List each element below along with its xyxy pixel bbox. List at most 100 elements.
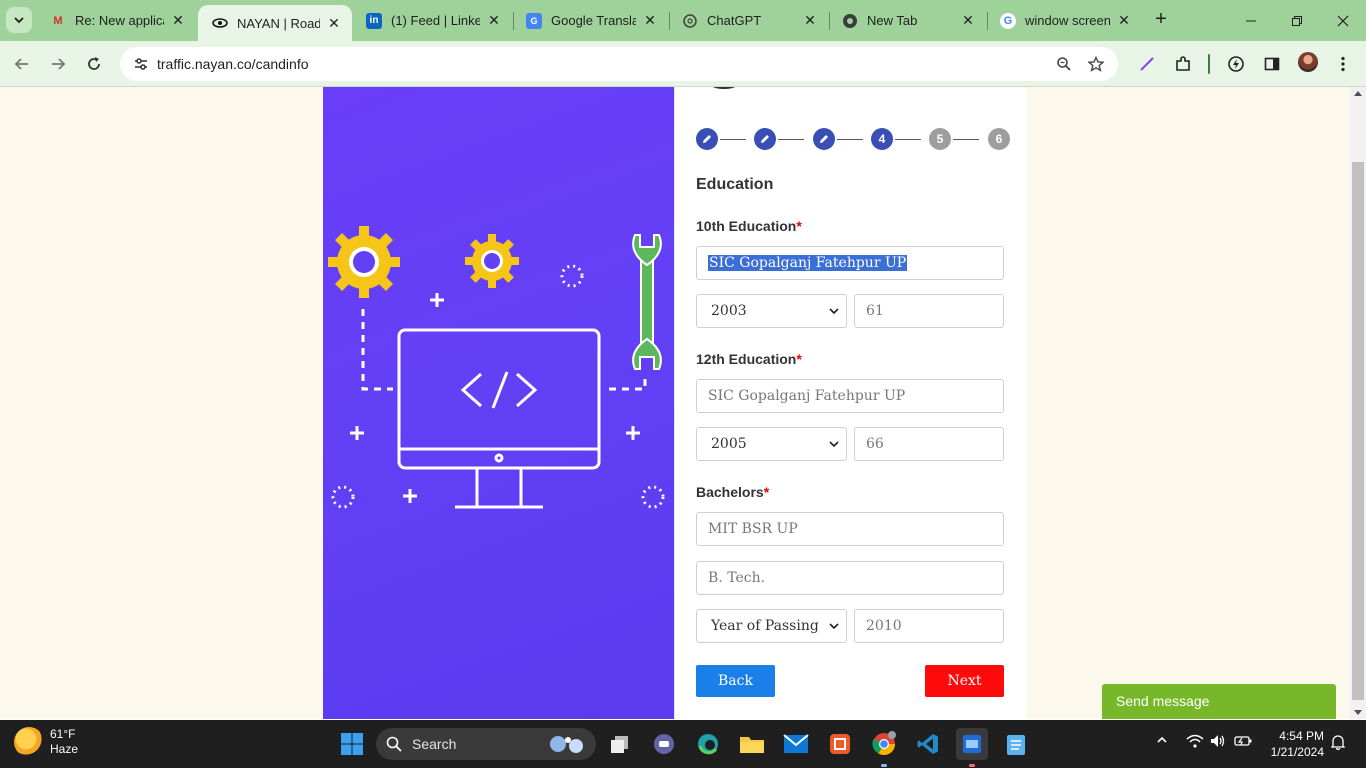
chatgpt-icon <box>682 13 698 29</box>
office-app[interactable] <box>824 728 856 760</box>
task-view-button[interactable] <box>604 728 636 760</box>
sun-haze-icon <box>14 727 44 757</box>
twelfth-school-input[interactable]: SIC Gopalganj Fatehpur UP <box>696 379 1004 413</box>
running-indicator <box>969 764 975 767</box>
google-translate-icon: G <box>526 12 542 29</box>
pen-extension-icon[interactable] <box>1136 53 1158 75</box>
tab-new-tab[interactable]: New Tab ✕ <box>828 0 986 41</box>
step-3-done[interactable] <box>813 128 835 150</box>
step-2-done[interactable] <box>754 128 776 150</box>
bachelors-college-input[interactable]: MIT BSR UP <box>696 512 1004 546</box>
tab-chatgpt[interactable]: ChatGPT ✕ <box>668 0 828 41</box>
close-icon[interactable]: ✕ <box>170 12 186 29</box>
page-scrollbar[interactable] <box>1350 87 1366 719</box>
label-text: 10th Education <box>696 218 797 234</box>
tenth-percent-input[interactable]: 61 <box>854 294 1004 328</box>
label-text: 12th Education <box>696 351 797 367</box>
select-value: Year of Passing <box>711 618 819 634</box>
notepad-app[interactable] <box>1000 728 1032 760</box>
file-explorer-app[interactable] <box>736 728 768 760</box>
more-menu-icon[interactable] <box>1332 53 1354 75</box>
twelfth-year-select[interactable]: 2005 <box>696 427 847 461</box>
close-icon[interactable]: ✕ <box>486 12 502 29</box>
scroll-down-arrow-icon[interactable] <box>1354 710 1362 715</box>
task-view-icon <box>611 736 628 753</box>
close-window-button[interactable] <box>1320 0 1366 41</box>
chrome-icon <box>872 731 896 755</box>
notification-bell-icon[interactable] <box>1330 734 1346 753</box>
weather-widget[interactable]: 61°F Haze <box>14 727 78 757</box>
address-bar[interactable]: traffic.nayan.co/candinfo <box>120 47 1118 81</box>
windows-taskbar: 61°F Haze Search 4:54 PM 1/21/2024 <box>0 720 1366 768</box>
send-message-widget[interactable]: Send message <box>1102 684 1336 719</box>
search-label: Search <box>412 736 457 752</box>
scroll-up-arrow-icon[interactable] <box>1354 91 1362 96</box>
step-1-done[interactable] <box>696 128 718 150</box>
zoom-icon[interactable] <box>1054 54 1074 74</box>
step-5[interactable]: 5 <box>929 128 951 150</box>
vscode-icon <box>917 734 938 754</box>
bachelors-label: Bachelors* <box>696 484 769 500</box>
vscode-app[interactable] <box>912 728 944 760</box>
close-icon[interactable]: ✕ <box>642 12 658 29</box>
minimize-icon <box>1246 20 1256 21</box>
edge-app[interactable] <box>692 728 724 760</box>
close-icon[interactable]: ✕ <box>802 12 818 29</box>
step-4-current[interactable]: 4 <box>871 128 893 150</box>
minimize-button[interactable] <box>1228 0 1274 41</box>
illustration-panel <box>323 87 674 719</box>
chrome-app[interactable] <box>868 728 900 760</box>
start-button[interactable] <box>336 728 368 760</box>
extensions-icon[interactable] <box>1172 53 1194 75</box>
scroll-thumb[interactable] <box>1352 162 1364 700</box>
bachelors-year-input[interactable]: 2010 <box>854 609 1004 643</box>
tray-overflow-chevron-up-icon[interactable] <box>1156 734 1168 749</box>
new-tab-button[interactable]: + <box>1149 8 1173 32</box>
tab-nayan[interactable]: NAYAN | Road S ✕ <box>198 5 352 41</box>
close-icon[interactable]: ✕ <box>326 15 342 32</box>
side-panel-icon[interactable] <box>1261 53 1283 75</box>
back-nav-button[interactable] <box>10 52 34 76</box>
tab-title: NAYAN | Road S <box>237 15 320 31</box>
profile-avatar[interactable] <box>1298 52 1318 72</box>
tab-linkedin[interactable]: in (1) Feed | Linked ✕ <box>352 0 512 41</box>
pencil-icon <box>820 135 828 143</box>
site-settings-icon[interactable] <box>129 52 153 76</box>
reload-button[interactable] <box>82 52 106 76</box>
section-title: Education <box>696 176 774 193</box>
tab-gmail[interactable]: M Re: New applicat ✕ <box>36 0 196 41</box>
bachelors-degree-input[interactable]: B. Tech. <box>696 561 1004 595</box>
teams-chat-app[interactable] <box>648 728 680 760</box>
tab-google-search[interactable]: G window screensh ✕ <box>986 0 1142 41</box>
bachelors-year-select[interactable]: Year of Passing <box>696 609 847 643</box>
close-icon[interactable]: ✕ <box>960 12 976 29</box>
restore-button[interactable] <box>1274 0 1320 41</box>
mail-app[interactable] <box>780 728 812 760</box>
tab-search-button[interactable] <box>6 7 32 33</box>
back-button[interactable]: Back <box>696 665 775 697</box>
selected-text: SIC Gopalganj Fatehpur UP <box>708 255 908 271</box>
tab-title: window screensh <box>1025 13 1110 28</box>
twelfth-education-label: 12th Education* <box>696 351 802 367</box>
step-6[interactable]: 6 <box>988 128 1010 150</box>
twelfth-percent-input[interactable]: 66 <box>854 427 1004 461</box>
gear-icon <box>328 226 400 298</box>
next-button[interactable]: Next <box>925 665 1004 697</box>
xampp-app[interactable] <box>956 728 988 760</box>
search-icon <box>386 736 402 752</box>
volume-icon[interactable] <box>1210 734 1226 751</box>
wifi-icon[interactable] <box>1186 734 1204 751</box>
forward-nav-button[interactable] <box>46 52 70 76</box>
system-clock[interactable]: 4:54 PM 1/21/2024 <box>1262 728 1324 760</box>
bookmark-star-icon[interactable] <box>1086 54 1106 74</box>
close-icon[interactable]: ✕ <box>1116 12 1132 29</box>
battery-icon[interactable] <box>1234 734 1252 751</box>
tenth-year-select[interactable]: 2003 <box>696 294 847 328</box>
clock-date: 1/21/2024 <box>1270 745 1324 759</box>
tab-google-translate[interactable]: G Google Translate ✕ <box>512 0 668 41</box>
tenth-school-input[interactable]: SIC Gopalganj Fatehpur UP <box>696 246 1004 280</box>
windows-logo-icon <box>341 733 363 755</box>
performance-icon[interactable] <box>1225 53 1247 75</box>
gear-icon <box>465 234 519 288</box>
taskbar-search[interactable]: Search <box>376 728 596 760</box>
